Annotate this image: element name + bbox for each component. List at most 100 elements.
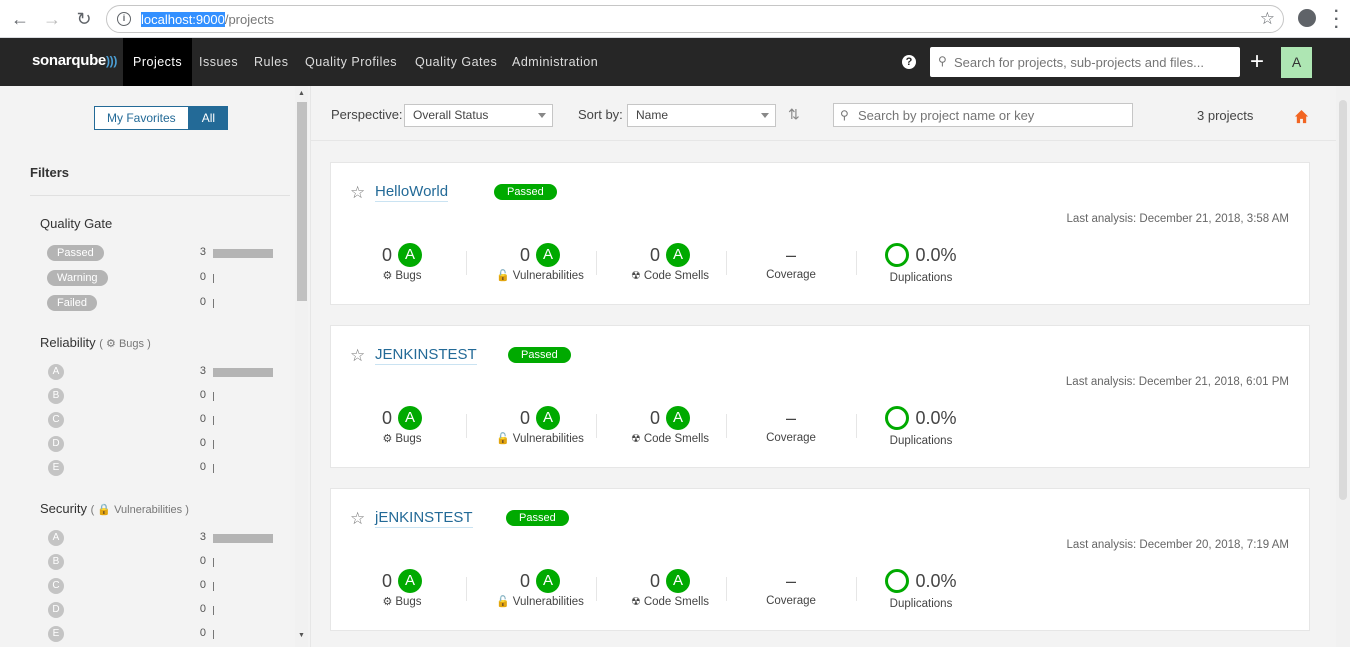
nav-quality-gates[interactable]: Quality Gates — [415, 38, 497, 86]
favorite-star-icon[interactable]: ☆ — [350, 183, 365, 203]
quality-gate-option-passed[interactable]: Passed — [47, 245, 104, 261]
back-arrow-icon[interactable]: ← — [10, 9, 30, 29]
divider — [596, 251, 597, 275]
reliability-option-d[interactable]: D — [48, 436, 64, 452]
lock-icon: 🔒 — [97, 504, 112, 516]
vulnerabilities-measure[interactable]: 0A 🔓 Vulnerabilities — [475, 406, 605, 445]
code-smells-measure[interactable]: 0A ☢ Code Smells — [605, 243, 735, 282]
reload-icon[interactable]: ↻ — [74, 9, 94, 29]
security-option-b[interactable]: B — [48, 554, 64, 570]
code-smells-measure[interactable]: 0A ☢ Code Smells — [605, 569, 735, 608]
sort-direction-icon[interactable]: ⇅ — [788, 106, 800, 123]
code-smells-measure[interactable]: 0A ☢ Code Smells — [605, 406, 735, 445]
perspective-select[interactable]: Overall Status — [404, 104, 553, 127]
vulnerabilities-count: 0 — [519, 407, 530, 428]
project-search-input[interactable] — [858, 107, 1128, 123]
divider — [466, 251, 467, 275]
sort-select[interactable]: Name — [627, 104, 776, 127]
scroll-down-icon[interactable]: ▼ — [298, 632, 305, 639]
quality-gate-option-failed[interactable]: Failed — [47, 295, 97, 311]
security-option-e[interactable]: E — [48, 626, 64, 642]
facet-count: 0 — [199, 555, 206, 567]
code-smells-count: 0 — [649, 244, 660, 265]
nav-quality-profiles[interactable]: Quality Profiles — [305, 38, 397, 86]
quality-gate-option-warning[interactable]: Warning — [47, 270, 108, 286]
coverage-value: – — [785, 407, 796, 428]
bugs-rating: A — [398, 243, 422, 267]
browser-profile-icon[interactable] — [1298, 9, 1316, 27]
duplications-measure[interactable]: 0.0% Duplications — [856, 406, 986, 447]
scroll-up-icon[interactable]: ▲ — [298, 90, 305, 97]
favorite-star-icon[interactable]: ☆ — [350, 509, 365, 529]
vulnerabilities-count: 0 — [519, 570, 530, 591]
project-search[interactable]: ⚲ — [833, 103, 1133, 127]
facet-count: 3 — [199, 365, 206, 377]
sonarqube-logo[interactable]: sonarqube))) — [32, 52, 117, 69]
divider — [466, 577, 467, 601]
facet-bar — [213, 368, 273, 377]
reliability-option-e[interactable]: E — [48, 460, 64, 476]
avatar[interactable]: A — [1281, 47, 1312, 78]
my-favorites-button[interactable]: My Favorites — [94, 106, 189, 130]
sort-label: Sort by: — [578, 107, 623, 122]
bugs-measure[interactable]: 0A ⚙ Bugs — [337, 569, 467, 608]
facet-bar — [213, 440, 214, 449]
nav-rules[interactable]: Rules — [254, 38, 288, 86]
nav-administration[interactable]: Administration — [512, 38, 598, 86]
facet-bar — [213, 464, 214, 473]
nav-issues[interactable]: Issues — [199, 38, 238, 86]
perspective-value: Overall Status — [413, 108, 489, 122]
forward-arrow-icon[interactable]: → — [42, 9, 62, 29]
bugs-measure[interactable]: 0A ⚙ Bugs — [337, 243, 467, 282]
bugs-count: 0 — [381, 244, 392, 265]
coverage-measure[interactable]: – Coverage — [726, 243, 856, 282]
project-name-link[interactable]: JENKINSTEST — [375, 346, 477, 365]
nav-projects[interactable]: Projects — [123, 38, 193, 86]
sidebar-scroll-thumb[interactable] — [297, 102, 307, 301]
project-name-link[interactable]: HelloWorld — [375, 183, 449, 202]
facet-count: 0 — [199, 271, 206, 283]
divider — [596, 577, 597, 601]
duplications-measure[interactable]: 0.0% Duplications — [856, 243, 986, 284]
reliability-facet-title: Reliability ( ⚙ Bugs ) — [40, 335, 151, 350]
bookmark-star-icon[interactable]: ☆ — [1260, 9, 1275, 29]
quality-gate-facet-title: Quality Gate — [40, 216, 113, 231]
create-plus-icon[interactable]: + — [1250, 50, 1264, 74]
home-icon[interactable] — [1294, 109, 1309, 124]
browser-menu-icon[interactable]: · · · — [1334, 4, 1339, 36]
help-icon[interactable]: ? — [902, 55, 916, 69]
info-icon[interactable]: i — [117, 12, 131, 26]
duplications-value: 0.0% — [915, 407, 957, 428]
reliability-option-a[interactable]: A — [48, 364, 64, 380]
facet-count: 3 — [199, 246, 206, 258]
security-option-c[interactable]: C — [48, 578, 64, 594]
url-text[interactable]: localhost:9000/projects — [141, 12, 274, 27]
bug-icon: ⚙ — [382, 596, 393, 608]
vulnerabilities-measure[interactable]: 0A 🔓 Vulnerabilities — [475, 243, 605, 282]
global-search-input[interactable] — [954, 52, 1234, 72]
all-projects-button[interactable]: All — [188, 106, 229, 130]
coverage-measure[interactable]: – Coverage — [726, 569, 856, 608]
address-bar[interactable]: i localhost:9000/projects ☆ — [106, 5, 1284, 33]
security-option-a[interactable]: A — [48, 530, 64, 546]
vulnerabilities-measure[interactable]: 0A 🔓 Vulnerabilities — [475, 569, 605, 608]
favorite-star-icon[interactable]: ☆ — [350, 346, 365, 366]
code-smells-label: Code Smells — [643, 270, 710, 282]
global-search[interactable]: ⚲ — [930, 47, 1240, 77]
vulnerabilities-rating: A — [536, 406, 560, 430]
facet-count: 0 — [199, 437, 206, 449]
coverage-measure[interactable]: – Coverage — [726, 406, 856, 445]
project-name-link[interactable]: jENKINSTEST — [375, 509, 473, 528]
project-card: ☆ jENKINSTEST Passed Last analysis: Dece… — [330, 488, 1310, 631]
duplications-measure[interactable]: 0.0% Duplications — [856, 569, 986, 610]
bugs-measure[interactable]: 0A ⚙ Bugs — [337, 406, 467, 445]
reliability-option-b[interactable]: B — [48, 388, 64, 404]
code-smell-icon: ☢ — [630, 270, 641, 282]
filters-sidebar: My Favorites All Filters Quality Gate Pa… — [0, 86, 311, 647]
page-scroll-thumb[interactable] — [1339, 100, 1347, 500]
status-badge: Passed — [494, 184, 557, 200]
security-facet-title: Security ( 🔒 Vulnerabilities ) — [40, 501, 189, 516]
security-option-d[interactable]: D — [48, 602, 64, 618]
reliability-option-c[interactable]: C — [48, 412, 64, 428]
search-icon: ⚲ — [938, 54, 947, 68]
